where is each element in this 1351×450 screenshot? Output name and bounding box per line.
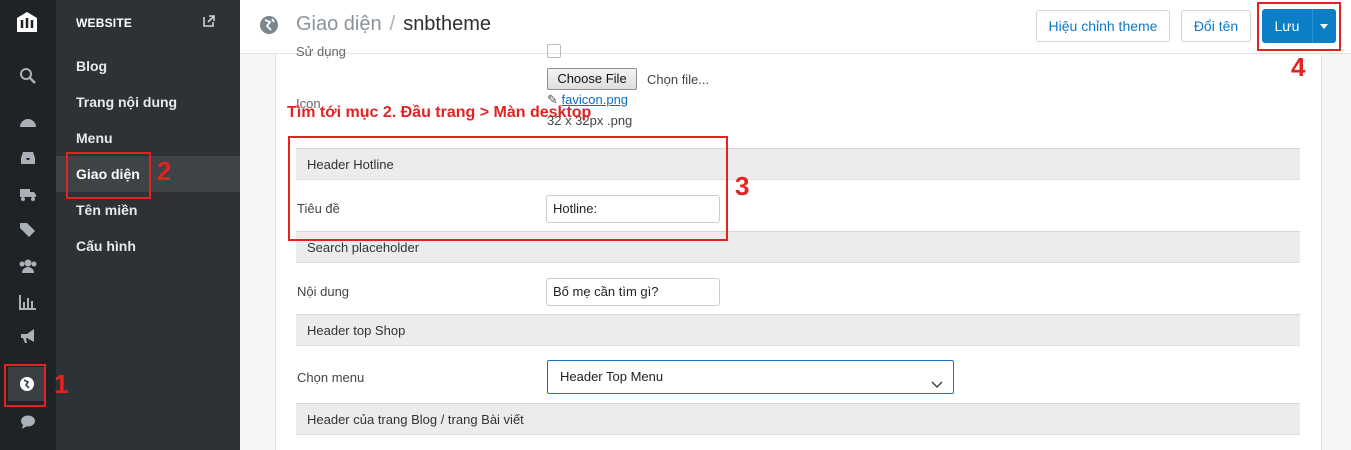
section-header-top-shop: Header top Shop xyxy=(296,314,1300,346)
megaphone-icon[interactable] xyxy=(16,324,40,348)
menu-select-value: Header Top Menu xyxy=(560,369,664,384)
partial-label: Sử dụng xyxy=(296,44,346,59)
external-link-icon[interactable] xyxy=(202,14,216,28)
sidebar-item-blog[interactable]: Blog xyxy=(56,48,240,84)
users-icon[interactable] xyxy=(16,254,40,278)
annotation-number-1: 1 xyxy=(54,369,69,399)
field-label-content: Nội dung xyxy=(297,284,350,299)
section-title: Search placeholder xyxy=(307,240,420,255)
annotation-number-4: 4 xyxy=(1291,52,1306,82)
sidebar-item-settings[interactable]: Cấu hình xyxy=(56,228,240,264)
truck-icon[interactable] xyxy=(16,182,40,206)
chevron-down-icon xyxy=(931,370,943,389)
annotation-box-1 xyxy=(4,364,46,407)
dashboard-icon[interactable] xyxy=(16,110,40,134)
chart-icon[interactable] xyxy=(16,290,40,314)
rename-button[interactable]: Đổi tên xyxy=(1181,10,1251,42)
breadcrumb-separator: / xyxy=(389,13,396,35)
sidebar-heading: WEBSITE xyxy=(76,16,133,30)
annotation-box-2 xyxy=(66,152,151,199)
sidebar-item-pages[interactable]: Trang nội dung xyxy=(56,84,240,120)
field-label-menu: Chọn menu xyxy=(297,370,365,385)
section-title: Header của trang Blog / trang Bài viết xyxy=(307,412,524,427)
annotation-box-3 xyxy=(288,136,728,241)
annotation-number-2: 2 xyxy=(157,156,172,186)
choose-file-button[interactable]: Choose File xyxy=(547,68,637,90)
top-bar: Giao diện / snbtheme Hiệu chỉnh theme Đổi … xyxy=(240,0,1351,54)
annotation-box-4 xyxy=(1257,2,1341,51)
website-sidebar: WEBSITE Blog Trang nội dung Menu Giao di… xyxy=(56,0,240,450)
search-icon[interactable] xyxy=(16,64,40,88)
annotation-instruction: Tìm tới mục 2. Đầu trang > Màn desktop xyxy=(287,104,592,121)
breadcrumb-current: snbtheme xyxy=(403,13,492,35)
breadcrumb: Giao diện / snbtheme xyxy=(296,13,491,36)
globe-icon xyxy=(259,15,279,35)
section-title: Header top Shop xyxy=(307,323,406,338)
breadcrumb-parent[interactable]: Giao diện xyxy=(296,13,382,35)
menu-select[interactable]: Header Top Menu xyxy=(547,360,954,394)
annotation-number-3: 3 xyxy=(735,171,750,201)
sidebar-item-menu[interactable]: Menu xyxy=(56,120,240,156)
checkbox[interactable] xyxy=(547,44,561,58)
tags-icon[interactable] xyxy=(16,218,40,242)
section-blog-header: Header của trang Blog / trang Bài viết xyxy=(296,403,1300,435)
logo-icon[interactable] xyxy=(12,8,42,38)
edit-theme-button[interactable]: Hiệu chỉnh theme xyxy=(1036,10,1170,42)
search-placeholder-input[interactable]: Bố mẹ cần tìm gì? xyxy=(546,278,720,306)
chat-icon[interactable] xyxy=(16,410,40,434)
choose-file-hint: Chọn file... xyxy=(647,72,710,87)
inbox-icon[interactable] xyxy=(16,146,40,170)
